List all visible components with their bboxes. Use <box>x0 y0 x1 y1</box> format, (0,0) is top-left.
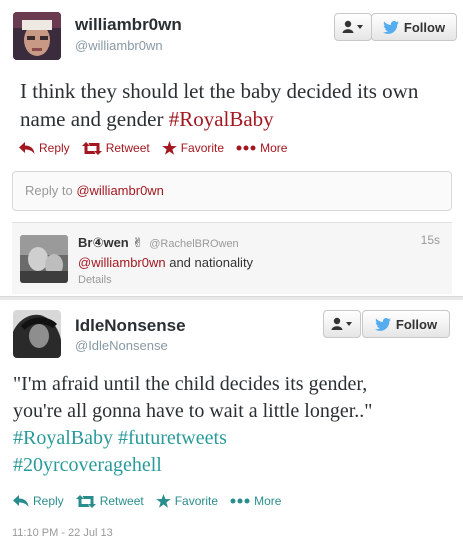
tweet-line-1: "I'm afraid until the child decides its … <box>13 373 368 395</box>
tweet-text: "I'm afraid until the child decides its … <box>13 371 458 479</box>
reply-text: @williambr0wn and nationality <box>78 255 254 270</box>
reply-button[interactable]: Reply <box>19 141 70 155</box>
reply-input[interactable]: Reply to @williambr0wn <box>12 171 452 211</box>
tweet-text: I think they should let the baby decided… <box>20 77 445 133</box>
retweet-button[interactable]: Retweet <box>75 494 144 508</box>
follow-label: Follow <box>395 316 438 332</box>
user-actions-button[interactable] <box>323 310 361 338</box>
star-icon <box>155 494 171 508</box>
details-link[interactable]: Details <box>78 274 112 286</box>
reply-placeholder: Reply to <box>25 183 77 198</box>
display-name[interactable]: williambr0wn <box>75 15 182 35</box>
tweet-timestamp[interactable]: 11:10 PM - 22 Jul 13 <box>12 527 113 539</box>
more-dots-icon <box>230 498 250 504</box>
follow-label: Follow <box>403 19 446 35</box>
more-button[interactable]: More <box>230 494 281 508</box>
reply-button[interactable]: Reply <box>13 494 64 508</box>
reply-mention: @williambr0wn <box>76 183 164 198</box>
user-actions-button[interactable] <box>334 13 372 41</box>
follow-button[interactable]: Follow <box>371 13 457 41</box>
hashtag-link[interactable]: #20yrcoveragehell <box>13 454 162 476</box>
favorite-button[interactable]: Favorite <box>155 494 218 508</box>
tweet-williambr0wn: williambr0wn @williambr0wn Follow I thin… <box>0 0 463 296</box>
reply-text-mention[interactable]: @williambr0wn <box>78 255 166 270</box>
retweet-icon <box>75 494 96 508</box>
reply-display-name[interactable]: Br④wen ✌ <box>78 235 143 251</box>
retweet-icon <box>81 141 102 155</box>
user-dropdown-icon <box>342 20 363 33</box>
avatar[interactable] <box>13 12 61 60</box>
tweet-idlenonsense: IdleNonsense @IdleNonsense Follow "I'm a… <box>0 300 463 549</box>
twitter-bird-icon <box>374 317 391 331</box>
user-dropdown-icon <box>331 317 352 330</box>
avatar[interactable] <box>13 310 61 358</box>
tweet-actions: Reply Retweet Favorite More <box>13 494 281 508</box>
user-handle[interactable]: @IdleNonsense <box>75 338 168 353</box>
more-button[interactable]: More <box>236 141 287 155</box>
reply-tweet[interactable]: Br④wen ✌ @RachelBROwen 15s @williambr0wn… <box>12 222 452 294</box>
follow-button[interactable]: Follow <box>362 310 450 338</box>
hashtag-link[interactable]: #RoyalBaby <box>13 427 113 449</box>
display-name[interactable]: IdleNonsense <box>75 316 186 336</box>
reply-icon <box>19 142 35 154</box>
reply-handle[interactable]: @RachelBROwen <box>149 238 238 250</box>
twitter-bird-icon <box>382 20 399 34</box>
user-handle[interactable]: @williambr0wn <box>75 38 163 53</box>
hashtag-link[interactable]: #RoyalBaby <box>169 107 274 131</box>
reply-avatar[interactable] <box>20 235 68 283</box>
reply-icon <box>13 495 29 507</box>
star-icon <box>161 141 177 155</box>
tweet-actions: Reply Retweet Favorite More <box>19 141 287 155</box>
tweet-line-2: you're all gonna have to wait a little l… <box>13 400 373 422</box>
retweet-button[interactable]: Retweet <box>81 141 150 155</box>
favorite-button[interactable]: Favorite <box>161 141 224 155</box>
more-dots-icon <box>236 145 256 151</box>
reply-timestamp[interactable]: 15s <box>421 233 440 247</box>
hashtag-link[interactable]: #futuretweets <box>118 427 227 449</box>
